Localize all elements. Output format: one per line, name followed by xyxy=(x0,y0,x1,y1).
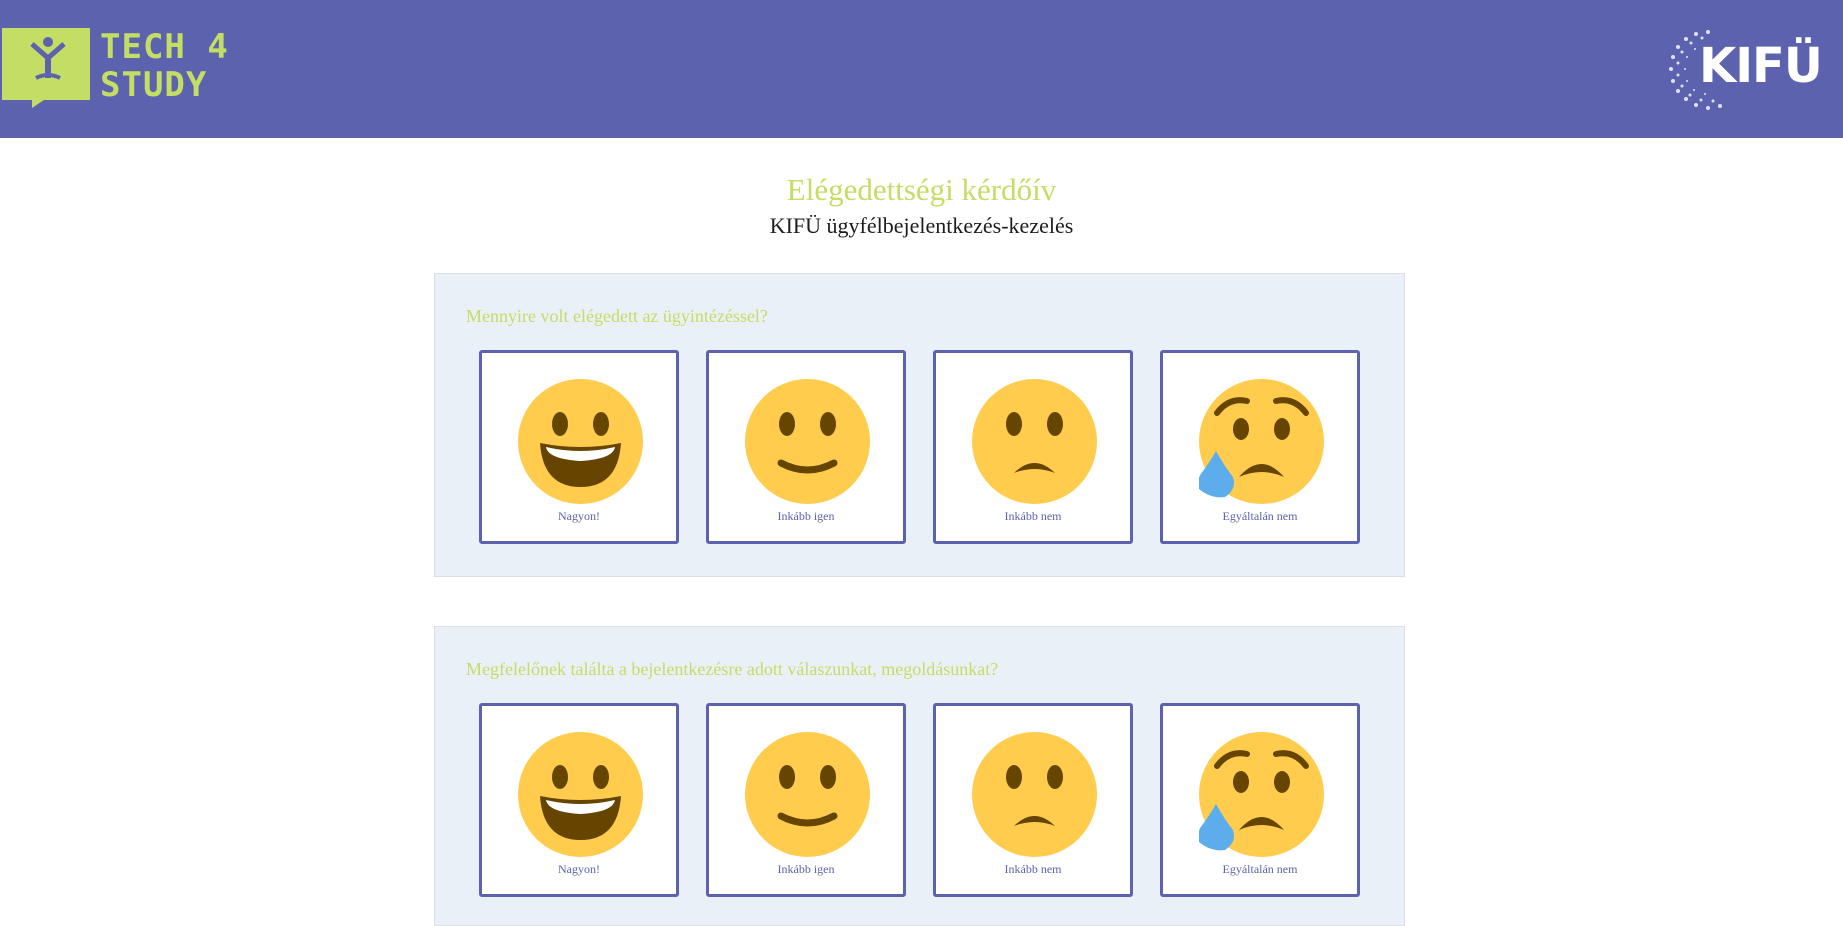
slightly-smiling-face-icon xyxy=(745,732,870,857)
rating-option-very-satisfied[interactable]: Nagyon! xyxy=(479,350,679,544)
rating-option-rather-yes[interactable]: Inkább igen xyxy=(706,350,906,544)
grinning-face-icon xyxy=(518,732,643,857)
rating-option-rather-no[interactable]: Inkább nem xyxy=(933,703,1133,897)
site-header: TECH 4 STUDY KIFÜ xyxy=(0,0,1843,138)
frowning-face-icon xyxy=(972,732,1097,857)
rating-option-not-at-all[interactable]: Egyáltalán nem xyxy=(1160,703,1360,897)
page-subtitle: KIFÜ ügyfélbejelentkezés-kezelés xyxy=(769,213,1074,238)
tech4study-logo[interactable]: TECH 4 STUDY xyxy=(2,28,267,108)
question-text-2: Megfelelőnek találta a bejelentkezésre a… xyxy=(466,659,999,679)
tech4study-wordmark: TECH 4 STUDY xyxy=(100,28,229,104)
grinning-face-icon xyxy=(518,379,643,504)
question-text-1: Mennyire volt elégedett az ügyintézéssel… xyxy=(466,306,768,326)
sad-tear-face-icon xyxy=(1199,732,1324,857)
kifu-logo[interactable]: KIFÜ xyxy=(1666,28,1823,112)
kifu-wordmark: KIFÜ xyxy=(1699,38,1823,94)
rating-option-label: Inkább igen xyxy=(777,509,835,523)
rating-option-rather-yes[interactable]: Inkább igen xyxy=(706,703,906,897)
question-card-1: Mennyire volt elégedett az ügyintézéssel… xyxy=(434,273,1405,577)
tech4study-logo-icon xyxy=(2,28,90,108)
rating-option-label: Inkább nem xyxy=(1004,862,1062,876)
page-title: Elégedettségi kérdőív xyxy=(786,172,1057,207)
brand-line-1: TECH 4 xyxy=(100,27,229,67)
rating-option-label: Inkább nem xyxy=(1004,509,1062,523)
rating-option-label: Egyáltalán nem xyxy=(1222,862,1298,876)
rating-option-very-satisfied[interactable]: Nagyon! xyxy=(479,703,679,897)
rating-option-label: Egyáltalán nem xyxy=(1222,509,1298,523)
rating-option-label: Nagyon! xyxy=(558,509,600,523)
rating-option-label: Nagyon! xyxy=(558,862,600,876)
brand-line-2: STUDY xyxy=(100,65,208,105)
slightly-smiling-face-icon xyxy=(745,379,870,504)
rating-option-not-at-all[interactable]: Egyáltalán nem xyxy=(1160,350,1360,544)
rating-option-rather-no[interactable]: Inkább nem xyxy=(933,350,1133,544)
sad-tear-face-icon xyxy=(1199,379,1324,504)
frowning-face-icon xyxy=(972,379,1097,504)
question-card-2: Megfelelőnek találta a bejelentkezésre a… xyxy=(434,626,1405,926)
rating-option-label: Inkább igen xyxy=(777,862,835,876)
